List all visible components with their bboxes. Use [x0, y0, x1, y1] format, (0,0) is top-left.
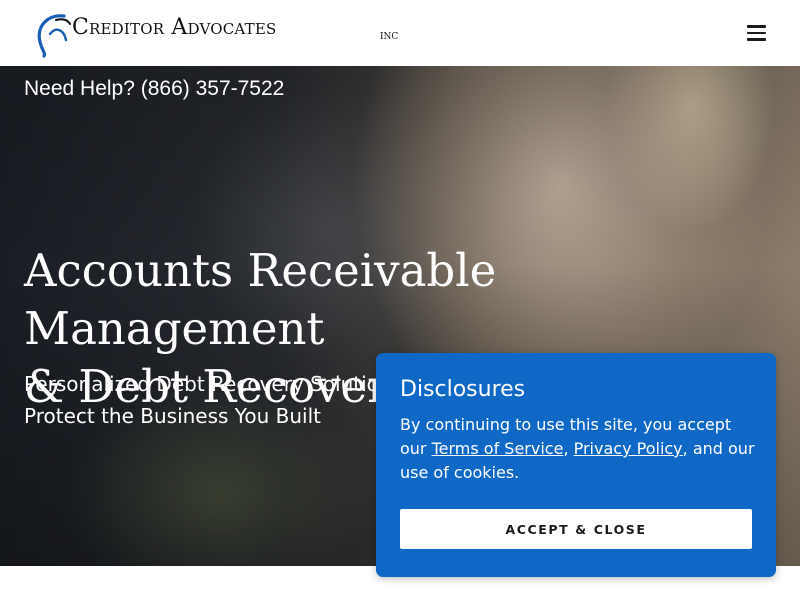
site-header: Creditor Advocates INC	[0, 0, 800, 66]
logo-wordmark: Creditor Advocates	[72, 15, 277, 40]
accept-close-button[interactable]: ACCEPT & CLOSE	[400, 509, 752, 549]
hero-title-line-1: Accounts Receivable Management	[24, 244, 497, 355]
disclosure-title: Disclosures	[400, 377, 526, 402]
disclosure-panel: Disclosures By continuing to use this si…	[376, 353, 776, 577]
privacy-policy-link[interactable]: Privacy Policy	[574, 439, 683, 458]
site-logo[interactable]: Creditor Advocates INC	[34, 8, 398, 58]
help-phone-link[interactable]: Need Help? (866) 357-7522	[24, 77, 284, 101]
hamburger-menu-icon[interactable]	[742, 22, 770, 44]
terms-of-service-link[interactable]: Terms of Service	[432, 439, 564, 458]
disclosure-text: By continuing to use this site, you acce…	[400, 413, 756, 485]
logo-suffix: INC	[380, 32, 399, 42]
logo-swoosh-icon	[37, 14, 71, 58]
disclosure-comma: ,	[563, 439, 574, 458]
